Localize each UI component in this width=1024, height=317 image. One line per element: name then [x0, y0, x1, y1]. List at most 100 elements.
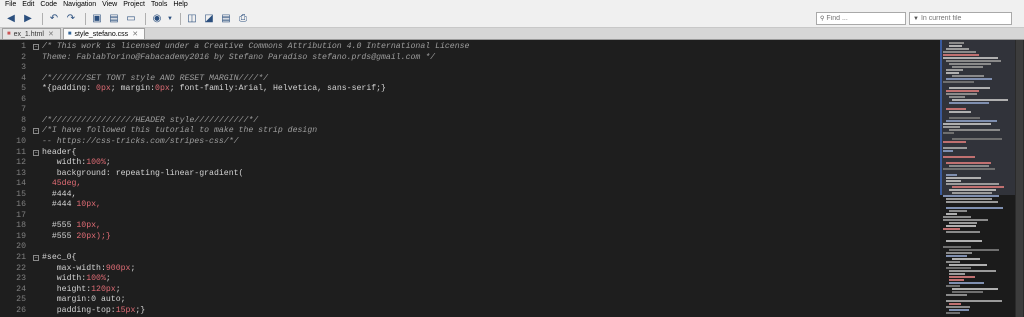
line-number: 26	[16, 305, 26, 315]
code-line[interactable]: 15 #444,	[0, 190, 940, 200]
code-line[interactable]: 1 −/* This work is licensed under a Creat…	[0, 42, 940, 52]
back-icon[interactable]: ◀	[4, 12, 18, 26]
code-line[interactable]: 25 margin:0 auto;	[0, 295, 940, 305]
code-token: #444,	[42, 189, 77, 199]
code-line[interactable]: 21 − #sec_0{	[0, 253, 940, 263]
forward-icon[interactable]: ▶	[21, 12, 35, 26]
line-number: 23	[16, 274, 26, 284]
property-value: 120px	[91, 284, 116, 294]
minimap-line	[949, 249, 999, 251]
code-line[interactable]: 2 Theme: FablabTorino@Fabacademy2016 by S…	[0, 53, 940, 63]
fold-toggle-icon[interactable]: −	[33, 149, 39, 156]
fold-toggle-icon[interactable]: −	[33, 128, 39, 135]
undo-icon[interactable]: ↶	[47, 12, 61, 26]
code-line[interactable]: 8 /*/////////////////HEADER style////////…	[0, 116, 940, 126]
code-line[interactable]: 16 #444 10px,	[0, 200, 940, 210]
code-token: #sec_0{	[42, 253, 77, 262]
comment-text: /*///////SET TONT style AND RESET MARGIN…	[42, 73, 269, 83]
minimap-line	[949, 210, 967, 212]
menu-edit[interactable]: Edit	[19, 0, 37, 10]
menu-navigation[interactable]: Navigation	[60, 0, 99, 10]
code-token: ; font-family:Arial, Helvetica, sans-ser…	[169, 84, 386, 94]
code-text: padding-top:15px;}	[42, 306, 145, 316]
code-line[interactable]: 9−/*I have followed this tutorial to mak…	[0, 126, 940, 136]
code-token: header{	[42, 147, 77, 157]
code-editor[interactable]: 1−/* This work is licensed under a Creat…	[0, 40, 940, 317]
code-line[interactable]: 5 *{padding: 0px; margin:0px; font-family…	[0, 84, 940, 94]
close-icon[interactable]: ✕	[48, 29, 54, 40]
minimap-line	[949, 222, 977, 224]
open-folder-icon[interactable]: ▤	[107, 12, 121, 26]
code-line[interactable]: 11− header{	[0, 148, 940, 158]
line-number: 11	[16, 147, 26, 157]
menu-code[interactable]: Code	[37, 0, 60, 10]
code-text: width:100%;	[42, 274, 111, 284]
panel-view-icon[interactable]: ▤	[219, 12, 233, 26]
sidebar-view-icon[interactable]: ◪	[202, 12, 216, 26]
code-line[interactable]: 14 45deg,	[0, 179, 940, 189]
code-line[interactable]: 18 #555 10px,	[0, 221, 940, 231]
find-input[interactable]	[826, 15, 905, 22]
globe-icon[interactable]: ◉	[150, 12, 164, 26]
minimap-line	[949, 189, 996, 191]
toolbar-divider	[145, 12, 146, 25]
code-line[interactable]: 23 width:100%;	[0, 274, 940, 284]
code-line[interactable]: 13 background: repeating-linear-gradient…	[0, 169, 940, 179]
line-number: 18	[16, 221, 26, 231]
property-value: 100%	[86, 274, 106, 284]
code-line[interactable]: 4 /*///////SET TONT style AND RESET MARGI…	[0, 74, 940, 84]
line-number: 25	[16, 295, 26, 305]
line-number: 17	[16, 210, 26, 220]
scrollbar-thumb[interactable]	[1016, 40, 1023, 317]
line-number: 13	[16, 168, 26, 178]
code-line[interactable]: 20	[0, 242, 940, 252]
menu-view[interactable]: View	[99, 0, 120, 10]
save-icon[interactable]: ▣	[90, 12, 104, 26]
code-text: #sec_0{	[42, 253, 76, 263]
property-name: max-width:	[42, 263, 106, 273]
tab-ex-1-html[interactable]: ■ ex_1.html ✕	[2, 28, 61, 39]
code-line[interactable]: 6	[0, 95, 940, 105]
vertical-scrollbar[interactable]	[1015, 40, 1024, 317]
minimap-line	[946, 120, 997, 122]
code-line[interactable]: 24 height:120px;	[0, 285, 940, 295]
code-line[interactable]: 22 max-width:900px;	[0, 264, 940, 274]
find-box[interactable]: ⚲	[816, 12, 906, 25]
code-line[interactable]: 12 width:100%;	[0, 158, 940, 168]
minimap-line	[946, 90, 979, 92]
minimap[interactable]	[940, 40, 1015, 317]
number-value: 10px,	[71, 200, 101, 210]
scope-box[interactable]: ▼	[909, 12, 1012, 25]
menu-tools[interactable]: Tools	[148, 0, 170, 10]
print-icon[interactable]: ⎙	[236, 12, 250, 26]
minimap-line	[943, 219, 988, 221]
code-line[interactable]: 3	[0, 63, 940, 73]
color-value: #555	[42, 231, 72, 241]
code-text: /*///////SET TONT style AND RESET MARGIN…	[42, 74, 268, 84]
code-line[interactable]: 17	[0, 211, 940, 221]
menu-help[interactable]: Help	[170, 0, 190, 10]
minimap-line	[943, 195, 999, 197]
number-value: 20px);}	[71, 231, 111, 241]
scope-input[interactable]	[920, 15, 1011, 22]
tab-bar: ■ ex_1.html ✕ ■ style_stefano.css ✕	[0, 28, 1024, 40]
code-line[interactable]: 10 -- https://css-tricks.com/stripes-css/…	[0, 137, 940, 147]
line-number: 9	[21, 126, 26, 136]
minimap-line	[949, 63, 991, 65]
minimap-line	[949, 129, 1000, 131]
menu-file[interactable]: File	[2, 0, 19, 10]
code-line[interactable]: 7	[0, 105, 940, 115]
menu-project[interactable]: Project	[120, 0, 148, 10]
code-line[interactable]: 26 padding-top:15px;}	[0, 306, 940, 316]
split-view-icon[interactable]: ◫	[185, 12, 199, 26]
new-file-icon[interactable]: ▭	[124, 12, 138, 26]
dropdown-icon[interactable]: ▼	[167, 12, 173, 26]
minimap-line	[946, 267, 971, 269]
code-line[interactable]: 19 #555 20px);}	[0, 232, 940, 242]
fold-toggle-icon[interactable]: −	[33, 255, 39, 261]
chevron-down-icon[interactable]: ▼	[913, 16, 919, 22]
tab-style-stefano-css[interactable]: ■ style_stefano.css ✕	[62, 28, 146, 40]
fold-toggle-icon[interactable]: −	[33, 44, 39, 50]
redo-icon[interactable]: ↷	[64, 12, 78, 26]
close-icon[interactable]: ✕	[132, 29, 138, 40]
